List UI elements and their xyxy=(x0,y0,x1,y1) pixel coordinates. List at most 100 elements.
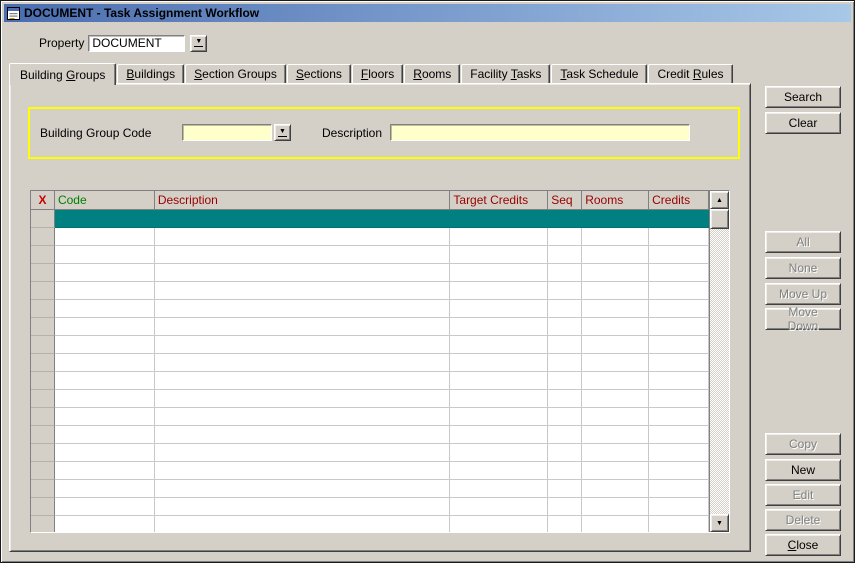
table-cell[interactable] xyxy=(55,210,155,228)
table-cell[interactable] xyxy=(548,336,582,354)
property-lov-button[interactable]: ▼ xyxy=(190,35,207,52)
table-cell[interactable] xyxy=(55,426,155,444)
building-group-code-lov-button[interactable]: ▼ xyxy=(274,124,291,141)
row-selector-cell[interactable] xyxy=(31,444,55,462)
table-cell[interactable] xyxy=(582,336,649,354)
table-cell[interactable] xyxy=(582,282,649,300)
copy-button[interactable]: Copy xyxy=(765,433,841,455)
row-selector-cell[interactable] xyxy=(31,300,55,318)
table-cell[interactable] xyxy=(649,318,709,336)
table-cell[interactable] xyxy=(649,300,709,318)
table-cell[interactable] xyxy=(582,390,649,408)
table-cell[interactable] xyxy=(582,480,649,498)
table-cell[interactable] xyxy=(450,498,548,516)
table-cell[interactable] xyxy=(55,408,155,426)
row-selector-cell[interactable] xyxy=(31,336,55,354)
table-row[interactable] xyxy=(31,300,709,318)
row-selector-cell[interactable] xyxy=(31,354,55,372)
table-cell[interactable] xyxy=(548,354,582,372)
row-selector-cell[interactable] xyxy=(31,408,55,426)
table-cell[interactable] xyxy=(155,462,451,480)
table-cell[interactable] xyxy=(450,354,548,372)
table-row[interactable] xyxy=(31,354,709,372)
row-selector-cell[interactable] xyxy=(31,498,55,516)
table-cell[interactable] xyxy=(649,462,709,480)
table-cell[interactable] xyxy=(582,246,649,264)
table-row[interactable] xyxy=(31,336,709,354)
table-cell[interactable] xyxy=(649,354,709,372)
table-cell[interactable] xyxy=(582,408,649,426)
table-cell[interactable] xyxy=(450,426,548,444)
table-cell[interactable] xyxy=(548,390,582,408)
table-cell[interactable] xyxy=(548,318,582,336)
tab-section-groups[interactable]: Section Groups xyxy=(185,64,286,83)
row-selector-cell[interactable] xyxy=(31,516,55,532)
table-cell[interactable] xyxy=(155,372,451,390)
table-cell[interactable] xyxy=(450,516,548,532)
tab-sections[interactable]: Sections xyxy=(287,64,351,83)
table-cell[interactable] xyxy=(55,390,155,408)
table-cell[interactable] xyxy=(155,480,451,498)
row-selector-cell[interactable] xyxy=(31,264,55,282)
table-row[interactable] xyxy=(31,246,709,264)
property-input[interactable] xyxy=(88,35,185,52)
tab-floors[interactable]: Floors xyxy=(352,64,403,83)
table-cell[interactable] xyxy=(582,444,649,462)
table-cell[interactable] xyxy=(649,426,709,444)
table-cell[interactable] xyxy=(155,408,451,426)
row-selector-cell[interactable] xyxy=(31,372,55,390)
delete-button[interactable]: Delete xyxy=(765,509,841,531)
edit-button[interactable]: Edit xyxy=(765,484,841,506)
scroll-thumb[interactable] xyxy=(710,209,729,229)
table-cell[interactable] xyxy=(450,372,548,390)
none-button[interactable]: None xyxy=(765,257,841,279)
table-row[interactable] xyxy=(31,498,709,516)
table-cell[interactable] xyxy=(582,462,649,480)
row-selector-cell[interactable] xyxy=(31,228,55,246)
table-cell[interactable] xyxy=(450,300,548,318)
table-cell[interactable] xyxy=(582,210,649,228)
table-cell[interactable] xyxy=(548,372,582,390)
row-selector-cell[interactable] xyxy=(31,318,55,336)
table-cell[interactable] xyxy=(450,336,548,354)
table-cell[interactable] xyxy=(548,498,582,516)
scroll-down-button[interactable]: ▼ xyxy=(710,514,729,532)
table-cell[interactable] xyxy=(548,426,582,444)
table-cell[interactable] xyxy=(548,462,582,480)
row-selector-cell[interactable] xyxy=(31,462,55,480)
move-down-button[interactable]: Move Down xyxy=(765,308,841,330)
table-row[interactable] xyxy=(31,264,709,282)
table-cell[interactable] xyxy=(155,444,451,462)
tab-credit-rules[interactable]: Credit Rules xyxy=(648,64,732,83)
table-cell[interactable] xyxy=(548,282,582,300)
row-selector-cell[interactable] xyxy=(31,426,55,444)
table-row[interactable] xyxy=(31,282,709,300)
table-row[interactable] xyxy=(31,318,709,336)
tab-buildings[interactable]: Buildings xyxy=(117,64,184,83)
table-cell[interactable] xyxy=(649,210,709,228)
table-cell[interactable] xyxy=(55,462,155,480)
table-cell[interactable] xyxy=(55,372,155,390)
table-cell[interactable] xyxy=(55,354,155,372)
table-cell[interactable] xyxy=(450,210,548,228)
close-button[interactable]: Close xyxy=(765,534,841,556)
table-cell[interactable] xyxy=(55,480,155,498)
table-cell[interactable] xyxy=(450,246,548,264)
table-row[interactable] xyxy=(31,372,709,390)
table-cell[interactable] xyxy=(55,300,155,318)
table-cell[interactable] xyxy=(649,372,709,390)
table-cell[interactable] xyxy=(450,480,548,498)
search-button[interactable]: Search xyxy=(765,86,841,108)
table-cell[interactable] xyxy=(649,444,709,462)
row-selector-cell[interactable] xyxy=(31,210,55,228)
table-cell[interactable] xyxy=(55,228,155,246)
new-button[interactable]: New xyxy=(765,459,841,481)
table-cell[interactable] xyxy=(649,480,709,498)
table-cell[interactable] xyxy=(582,318,649,336)
table-cell[interactable] xyxy=(582,228,649,246)
table-cell[interactable] xyxy=(450,408,548,426)
vertical-scrollbar[interactable]: ▲ ▼ xyxy=(709,191,729,532)
table-cell[interactable] xyxy=(155,246,451,264)
table-cell[interactable] xyxy=(548,228,582,246)
table-cell[interactable] xyxy=(582,426,649,444)
